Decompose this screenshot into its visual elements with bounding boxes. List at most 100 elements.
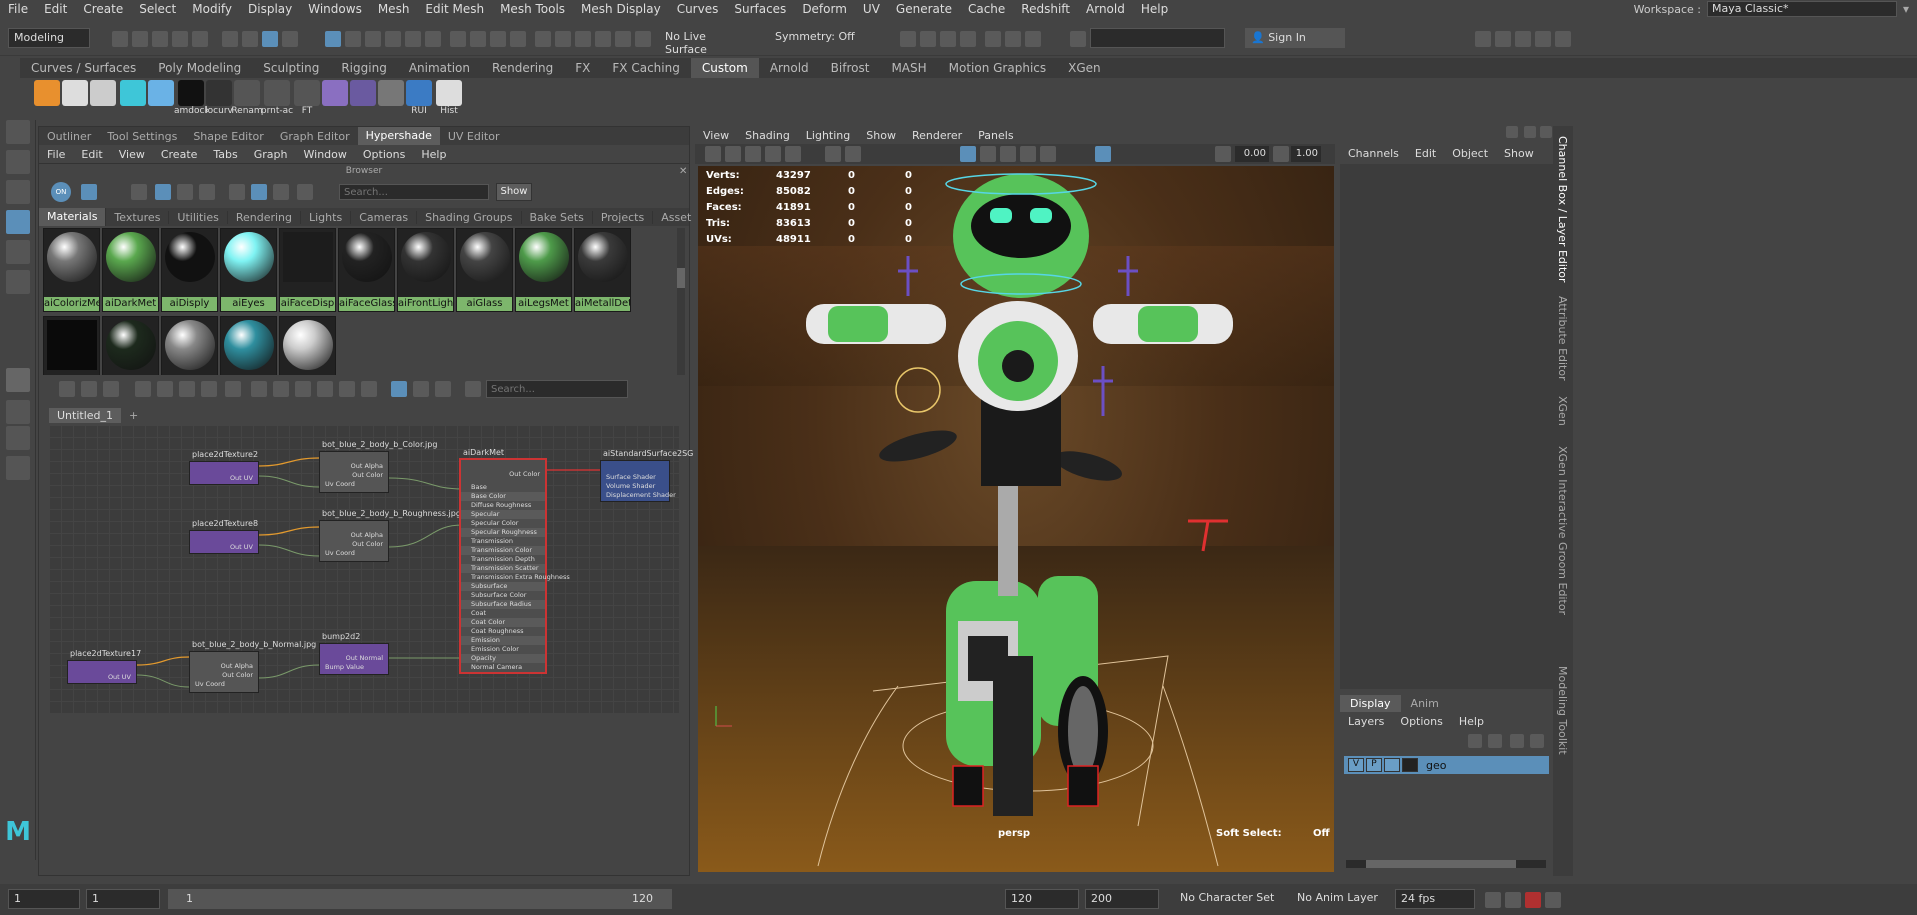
sort-type-icon[interactable]: [251, 184, 267, 200]
panel-tab-uv-editor[interactable]: UV Editor: [440, 130, 508, 143]
smooth-shade-icon[interactable]: [960, 146, 976, 162]
sign-in-button[interactable]: 👤 Sign In: [1245, 28, 1345, 48]
shelf-button-rui[interactable]: RUI: [404, 80, 434, 116]
select-tool-icon[interactable]: [6, 120, 30, 144]
paint-select-tool-icon[interactable]: [6, 180, 30, 204]
clear-graph-icon[interactable]: [201, 381, 217, 397]
shadows-icon[interactable]: [1040, 146, 1056, 162]
move-tool-icon[interactable]: [6, 210, 30, 234]
redo-icon[interactable]: [192, 31, 208, 47]
visibility-toggle[interactable]: V: [1348, 758, 1364, 772]
material-swatch[interactable]: aiFrontLight: [397, 228, 454, 312]
tool-settings-icon[interactable]: [1515, 31, 1531, 47]
shelf-button-tool-12[interactable]: [348, 80, 378, 114]
view-mode-icon[interactable]: [81, 184, 97, 200]
roughness-file-node[interactable]: bot_blue_2_body_b_Roughness.jpg Out Alph…: [319, 509, 461, 562]
mode-select[interactable]: Modeling: [8, 28, 90, 48]
viewport-menu-shading[interactable]: Shading: [737, 129, 798, 142]
layer-scrollbar[interactable]: [1346, 860, 1546, 868]
browser-tab-rendering[interactable]: Rendering: [228, 210, 301, 224]
menu-redshift[interactable]: Redshift: [1013, 2, 1078, 16]
select-hierarchy-icon[interactable]: [222, 31, 238, 47]
snap-grid-toggle-icon[interactable]: [413, 381, 429, 397]
shelf-button-tool-3[interactable]: [88, 80, 118, 114]
exposure-field[interactable]: 0.00: [1235, 146, 1269, 162]
snap-grid-icon[interactable]: [325, 31, 341, 47]
wireframe-on-shaded-icon[interactable]: [980, 146, 996, 162]
new-scene-icon[interactable]: [112, 31, 128, 47]
frame-selection-icon[interactable]: [81, 381, 97, 397]
snap-curve-icon[interactable]: [345, 31, 361, 47]
tab-anim[interactable]: Anim: [1401, 695, 1449, 712]
material-swatch[interactable]: aiDarkMet: [102, 228, 159, 312]
range-bar[interactable]: 1 120: [168, 889, 672, 909]
command-field[interactable]: [1090, 28, 1225, 48]
menu-windows[interactable]: Windows: [300, 2, 370, 16]
symmetry-select[interactable]: Symmetry: Off: [770, 28, 864, 48]
hypershade-menu-window[interactable]: Window: [296, 148, 355, 161]
bump2d-node[interactable]: bump2d2 Out Normal Bump Value: [319, 632, 389, 675]
shelf-tab-bifrost[interactable]: Bifrost: [820, 61, 881, 75]
channel-box-option-icon[interactable]: [1506, 126, 1518, 138]
normal-file-node[interactable]: bot_blue_2_body_b_Normal.jpg Out Alpha O…: [189, 640, 316, 693]
side-tab-xgen[interactable]: XGen: [1556, 396, 1569, 426]
undo-icon[interactable]: [172, 31, 188, 47]
move-layer-up-icon[interactable]: [1468, 734, 1482, 748]
viewport-menu-panels[interactable]: Panels: [970, 129, 1021, 142]
render-settings-icon[interactable]: [960, 31, 976, 47]
modeling-toolkit-icon[interactable]: [1475, 31, 1491, 47]
textured-icon[interactable]: [1000, 146, 1016, 162]
menu-modify[interactable]: Modify: [184, 2, 240, 16]
wire-1-icon[interactable]: [535, 31, 551, 47]
layer-editor-menu-options[interactable]: Options: [1392, 715, 1450, 728]
grid-toggle-icon[interactable]: [391, 381, 407, 397]
lock-icon[interactable]: [490, 31, 506, 47]
snap-point-icon[interactable]: [365, 31, 381, 47]
icon-view-icon[interactable]: [131, 184, 147, 200]
sort-time-icon[interactable]: [273, 184, 289, 200]
playback-toggle[interactable]: P: [1366, 758, 1382, 772]
layer-row-geo[interactable]: V P geo: [1344, 756, 1549, 774]
tab-untitled[interactable]: Untitled_1: [49, 407, 122, 423]
material-swatch[interactable]: aiColorizMet: [43, 228, 100, 312]
remove-selected-icon[interactable]: [225, 381, 241, 397]
camera-attr-icon[interactable]: [725, 146, 741, 162]
wire-3-icon[interactable]: [575, 31, 591, 47]
menu-edit-mesh[interactable]: Edit Mesh: [417, 2, 492, 16]
gamma-field[interactable]: 1.00: [1291, 146, 1321, 162]
render-frame-icon[interactable]: [920, 31, 936, 47]
material-swatch[interactable]: aiEyes: [220, 228, 277, 312]
menu-create[interactable]: Create: [75, 2, 131, 16]
fps-select[interactable]: 24 fps: [1395, 889, 1475, 909]
menu-select[interactable]: Select: [131, 2, 184, 16]
browser-search-input[interactable]: [339, 184, 489, 200]
graph-up-icon[interactable]: [103, 381, 119, 397]
browser-tab-cameras[interactable]: Cameras: [351, 210, 418, 224]
gamma-icon[interactable]: [1273, 146, 1289, 162]
wire-6-icon[interactable]: [635, 31, 651, 47]
wire-4-icon[interactable]: [595, 31, 611, 47]
shelf-tab-fx-caching[interactable]: FX Caching: [601, 61, 690, 75]
bookmark-icon[interactable]: [361, 381, 377, 397]
menu-help[interactable]: Help: [1133, 2, 1176, 16]
help-icon[interactable]: [1524, 126, 1536, 138]
workspace-select[interactable]: Maya Classic*: [1707, 1, 1897, 17]
browser-tab-lights[interactable]: Lights: [301, 210, 352, 224]
rotate-tool-icon[interactable]: [6, 240, 30, 264]
show-button[interactable]: Show: [496, 183, 532, 201]
input-ops-icon[interactable]: [450, 31, 466, 47]
hypershade-menu-create[interactable]: Create: [153, 148, 206, 161]
menu-deform[interactable]: Deform: [794, 2, 855, 16]
channel-box-icon[interactable]: [1535, 31, 1551, 47]
workspace-menu-icon[interactable]: ▾: [1903, 2, 1917, 16]
side-tab-channel-box[interactable]: Channel Box / Layer Editor: [1556, 136, 1569, 283]
shelf-tab-motion-graphics[interactable]: Motion Graphics: [938, 61, 1058, 75]
material-swatch[interactable]: aiLegsMet: [515, 228, 572, 312]
attribute-editor-icon[interactable]: [1495, 31, 1511, 47]
wire-5-icon[interactable]: [615, 31, 631, 47]
menu-cache[interactable]: Cache: [960, 2, 1013, 16]
image-plane-icon[interactable]: [765, 146, 781, 162]
viewport-canvas[interactable]: Verts: 43297 0 0 Edges: 85082 0 0 Faces: 41891 0 0 T…: [698, 166, 1334, 872]
swatch-toggle-icon[interactable]: [435, 381, 451, 397]
sidebar-toggle-icon[interactable]: [1070, 31, 1086, 47]
